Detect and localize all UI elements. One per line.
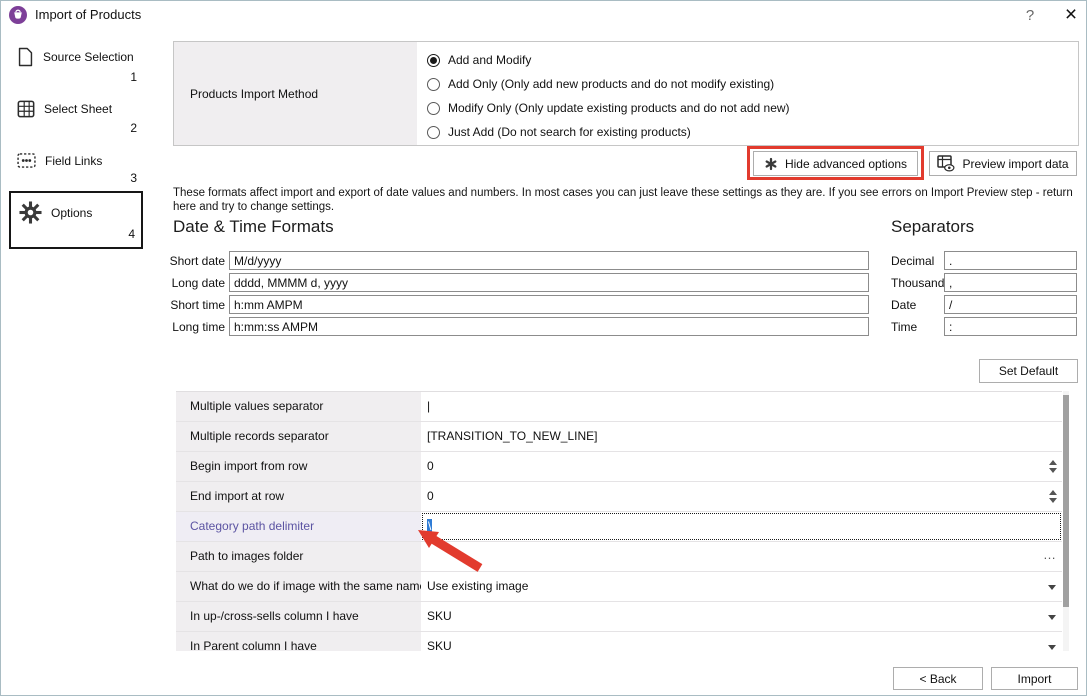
thousand-separator-input[interactable] xyxy=(944,273,1077,292)
path-to-images-folder-value[interactable]: … xyxy=(421,542,1062,571)
import-products-dialog: Import of Products ? × Source Selection … xyxy=(0,0,1087,696)
selected-text: \ xyxy=(427,519,432,533)
multiple-records-separator-value[interactable]: [TRANSITION_TO_NEW_LINE] xyxy=(421,422,1062,451)
short-date-label: Short date xyxy=(161,254,225,268)
close-button[interactable]: × xyxy=(1059,2,1083,28)
spinner-up-icon[interactable] xyxy=(1049,490,1057,495)
date-time-formats-heading: Date & Time Formats xyxy=(173,217,334,237)
up-cross-sells-dropdown[interactable]: SKU xyxy=(421,602,1062,631)
spinner-down-icon[interactable] xyxy=(1049,468,1057,473)
radio-button-icon xyxy=(427,126,440,139)
browse-ellipsis-button[interactable]: … xyxy=(1043,542,1056,568)
separators-heading: Separators xyxy=(891,217,974,237)
thousand-separator-label: Thousand xyxy=(891,276,944,290)
sidebar-item-select-sheet[interactable]: Select Sheet 2 xyxy=(9,100,143,135)
spinner-down-icon[interactable] xyxy=(1049,498,1057,503)
back-button[interactable]: < Back xyxy=(893,667,983,690)
short-time-label: Short time xyxy=(161,298,225,312)
spreadsheet-icon xyxy=(17,100,35,118)
sidebar-item-source-selection[interactable]: Source Selection 1 xyxy=(9,47,143,84)
table-row-multiple-values-separator: Multiple values separator | xyxy=(176,392,1062,422)
spinner-control[interactable] xyxy=(1047,452,1059,481)
sidebar-item-label: Field Links xyxy=(45,154,102,168)
long-date-label: Long date xyxy=(161,276,225,290)
radio-just-add[interactable]: Just Add (Do not search for existing pro… xyxy=(427,120,790,144)
chevron-down-icon[interactable] xyxy=(1048,645,1056,650)
asterisk-icon xyxy=(764,157,778,171)
radio-add-and-modify[interactable]: Add and Modify xyxy=(427,48,790,72)
sidebar-item-label: Select Sheet xyxy=(44,102,112,116)
end-import-at-row-value[interactable]: 0 xyxy=(421,482,1062,511)
sidebar-item-options[interactable]: Options 4 xyxy=(9,191,143,249)
short-date-input[interactable] xyxy=(229,251,869,270)
radio-button-icon xyxy=(427,54,440,67)
step-number: 3 xyxy=(9,171,143,185)
sidebar-item-label: Options xyxy=(51,206,92,220)
step-number: 2 xyxy=(9,121,143,135)
app-logo-icon xyxy=(9,6,27,24)
window-title: Import of Products xyxy=(35,7,141,22)
table-row-path-to-images-folder: Path to images folder … xyxy=(176,542,1062,572)
begin-import-from-row-value[interactable]: 0 xyxy=(421,452,1062,481)
time-separator-input[interactable] xyxy=(944,317,1077,336)
decimal-separator-input[interactable] xyxy=(944,251,1077,270)
products-import-method-group: Products Import Method Add and Modify Ad… xyxy=(173,41,1079,146)
decimal-separator-label: Decimal xyxy=(891,254,934,268)
table-row-category-path-delimiter: Category path delimiter \ xyxy=(176,512,1062,542)
table-row-multiple-records-separator: Multiple records separator [TRANSITION_T… xyxy=(176,422,1062,452)
gear-icon xyxy=(19,201,42,224)
settings-description: These formats affect import and export o… xyxy=(173,186,1083,214)
image-same-name-dropdown[interactable]: Use existing image xyxy=(421,572,1062,601)
spinner-up-icon[interactable] xyxy=(1049,460,1057,465)
date-separator-input[interactable] xyxy=(944,295,1077,314)
preview-import-data-button[interactable]: Preview import data xyxy=(929,151,1077,176)
date-separator-label: Date xyxy=(891,298,916,312)
options-scrollbar-track[interactable] xyxy=(1063,391,1069,651)
parent-column-dropdown[interactable]: SKU xyxy=(421,632,1062,651)
products-import-method-label: Products Import Method xyxy=(174,42,417,145)
import-method-options: Add and Modify Add Only (Only add new pr… xyxy=(427,48,790,144)
multiple-values-separator-value[interactable]: | xyxy=(421,392,1062,421)
radio-button-icon xyxy=(427,78,440,91)
time-separator-label: Time xyxy=(891,320,917,334)
chevron-down-icon[interactable] xyxy=(1048,585,1056,590)
long-time-input[interactable] xyxy=(229,317,869,336)
sidebar-item-field-links[interactable]: Field Links 3 xyxy=(9,153,143,185)
hide-advanced-options-button[interactable]: Hide advanced options xyxy=(753,151,918,176)
titlebar: Import of Products ? × xyxy=(1,1,1086,31)
import-button[interactable]: Import xyxy=(991,667,1078,690)
step-number: 4 xyxy=(11,227,141,241)
table-row-end-import-at-row: End import at row 0 xyxy=(176,482,1062,512)
field-links-icon xyxy=(17,153,36,168)
spinner-control[interactable] xyxy=(1047,482,1059,511)
radio-add-only[interactable]: Add Only (Only add new products and do n… xyxy=(427,72,790,96)
short-time-input[interactable] xyxy=(229,295,869,314)
options-scrollbar-thumb[interactable] xyxy=(1063,395,1069,607)
document-icon xyxy=(17,47,34,67)
table-row-up-cross-sells-column: In up-/cross-sells column I have SKU xyxy=(176,602,1062,632)
help-button[interactable]: ? xyxy=(1019,5,1041,27)
advanced-options-table: Multiple values separator | Multiple rec… xyxy=(176,391,1062,651)
sidebar-item-label: Source Selection xyxy=(43,50,134,64)
preview-table-eye-icon xyxy=(937,155,955,172)
category-path-delimiter-value[interactable]: \ xyxy=(421,512,1062,541)
long-time-label: Long time xyxy=(161,320,225,334)
step-number: 1 xyxy=(9,70,143,84)
table-row-parent-column: In Parent column I have SKU xyxy=(176,632,1062,651)
table-row-image-same-name: What do we do if image with the same nam… xyxy=(176,572,1062,602)
radio-button-icon xyxy=(427,102,440,115)
set-default-button[interactable]: Set Default xyxy=(979,359,1078,383)
chevron-down-icon[interactable] xyxy=(1048,615,1056,620)
table-row-begin-import-from-row: Begin import from row 0 xyxy=(176,452,1062,482)
radio-modify-only[interactable]: Modify Only (Only update existing produc… xyxy=(427,96,790,120)
long-date-input[interactable] xyxy=(229,273,869,292)
